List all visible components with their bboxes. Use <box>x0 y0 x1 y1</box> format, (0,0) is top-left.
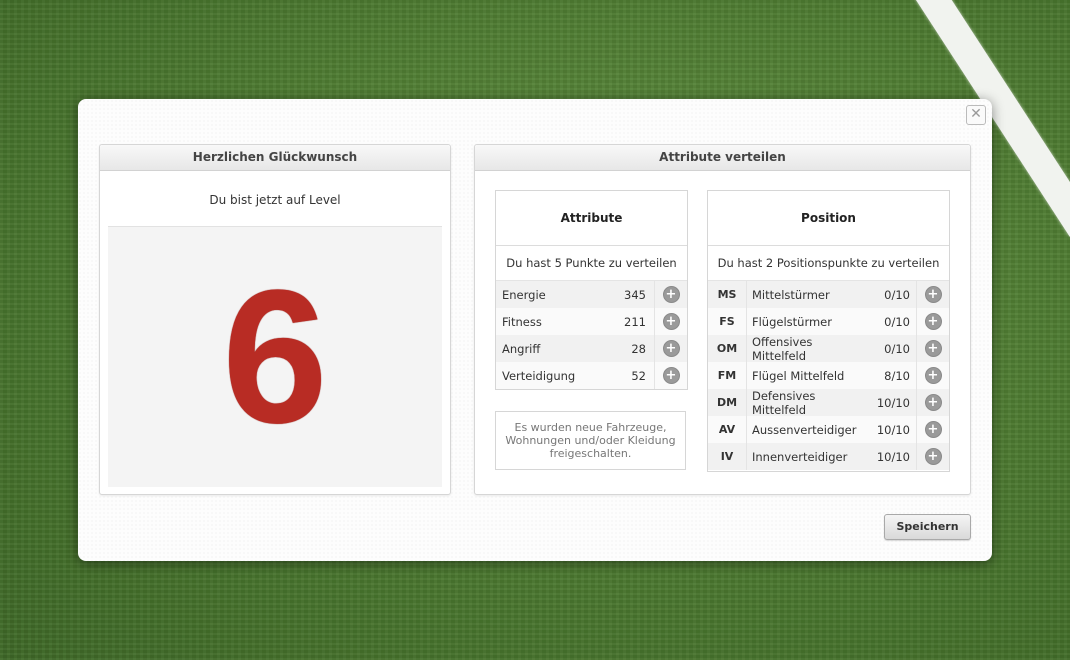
position-value: 10/10 <box>876 395 910 410</box>
position-name: Innenverteidiger <box>752 449 848 464</box>
position-value: 0/10 <box>884 314 910 329</box>
level-up-dialog: ✕ Herzlichen Glückwunsch Du bist jetzt a… <box>78 99 992 561</box>
plus-icon[interactable]: + <box>924 367 942 384</box>
congrats-title: Herzlichen Glückwunsch <box>100 145 450 171</box>
position-value: 10/10 <box>876 449 910 464</box>
attribute-name: Verteidigung <box>502 368 576 383</box>
plus-icon[interactable]: + <box>924 286 942 303</box>
position-row: FS Flügelstürmer 0/10 + <box>708 308 949 335</box>
plus-icon[interactable]: + <box>924 394 942 411</box>
distribute-panel: Attribute verteilen Attribute Du hast 5 … <box>474 144 971 495</box>
plus-icon[interactable]: + <box>924 448 942 465</box>
position-table: Position Du hast 2 Positionspunkte zu ve… <box>707 190 950 472</box>
position-abbr: FS <box>708 308 747 335</box>
position-value: 0/10 <box>884 287 910 302</box>
attributes-info: Du hast 5 Punkte zu verteilen <box>496 246 687 281</box>
position-abbr: DM <box>708 389 747 416</box>
plus-icon[interactable]: + <box>662 367 680 384</box>
level-text: Du bist jetzt auf Level <box>209 193 341 207</box>
attribute-name: Angriff <box>502 341 541 356</box>
attributes-title: Attribute <box>496 191 687 246</box>
level-number: 6 <box>222 251 328 463</box>
plus-icon[interactable]: + <box>662 286 680 303</box>
position-row: MS Mittelstürmer 0/10 + <box>708 281 949 308</box>
attributes-table: Attribute Du hast 5 Punkte zu verteilen … <box>495 190 688 390</box>
position-row: OM Offensives Mittelfeld 0/10 + <box>708 334 949 363</box>
position-rows: MS Mittelstürmer 0/10 + FS Flügelstürmer… <box>708 281 949 470</box>
position-abbr: OM <box>708 335 747 362</box>
position-title: Position <box>708 191 949 246</box>
attribute-name: Fitness <box>502 314 542 329</box>
attribute-value: 28 <box>631 341 646 356</box>
position-name: Offensives Mittelfeld <box>752 334 813 363</box>
position-row: AV Aussenverteidiger 10/10 + <box>708 416 949 443</box>
attribute-row: Verteidigung 52 + <box>496 362 687 389</box>
position-name: Mittelstürmer <box>752 287 830 302</box>
attribute-value: 345 <box>624 287 646 302</box>
plus-icon[interactable]: + <box>924 421 942 438</box>
position-value: 8/10 <box>884 368 910 383</box>
position-row: IV Innenverteidiger 10/10 + <box>708 443 949 470</box>
position-name: Flügelstürmer <box>752 314 832 329</box>
attribute-value: 52 <box>631 368 646 383</box>
plus-icon[interactable]: + <box>924 340 942 357</box>
position-info: Du hast 2 Positionspunkte zu verteilen <box>708 246 949 281</box>
plus-icon[interactable]: + <box>662 313 680 330</box>
distribute-title: Attribute verteilen <box>475 145 970 171</box>
attribute-value: 211 <box>624 314 646 329</box>
position-value: 0/10 <box>884 341 910 356</box>
attribute-row: Fitness 211 + <box>496 308 687 335</box>
close-icon[interactable]: ✕ <box>966 105 986 125</box>
plus-icon[interactable]: + <box>924 313 942 330</box>
level-display: 6 <box>108 226 442 487</box>
attribute-row: Energie 345 + <box>496 281 687 308</box>
save-button[interactable]: Speichern <box>884 514 971 540</box>
congrats-panel: Herzlichen Glückwunsch Du bist jetzt auf… <box>99 144 451 495</box>
position-row: DM Defensives Mittelfeld 10/10 + <box>708 388 949 417</box>
position-name: Flügel Mittelfeld <box>752 368 845 383</box>
position-row: FM Flügel Mittelfeld 8/10 + <box>708 362 949 389</box>
position-abbr: FM <box>708 362 747 389</box>
unlock-notice: Es wurden neue Fahrzeuge, Wohnungen und/… <box>495 411 686 470</box>
position-abbr: MS <box>708 281 747 308</box>
attribute-row: Angriff 28 + <box>496 335 687 362</box>
attributes-rows: Energie 345 + Fitness 211 + Angriff 28 +… <box>496 281 687 389</box>
position-name: Defensives Mittelfeld <box>752 388 816 417</box>
plus-icon[interactable]: + <box>662 340 680 357</box>
position-name: Aussenverteidiger <box>752 422 857 437</box>
attribute-name: Energie <box>502 287 546 302</box>
position-abbr: AV <box>708 416 747 443</box>
position-abbr: IV <box>708 443 747 470</box>
position-value: 10/10 <box>876 422 910 437</box>
